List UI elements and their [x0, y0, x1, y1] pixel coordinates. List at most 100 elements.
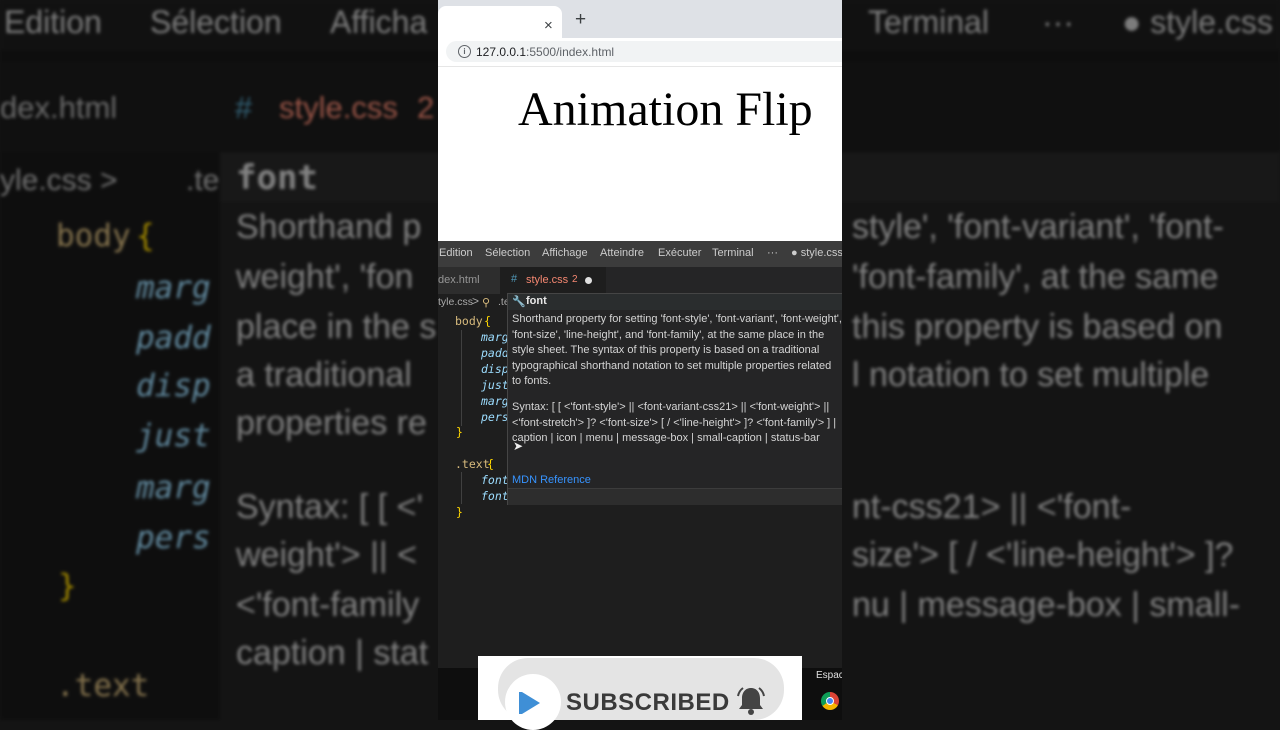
bg-code-prop: just: [136, 418, 211, 454]
mouse-pointer-icon: ➤: [513, 439, 524, 453]
bg-menu-item: Terminal: [868, 4, 989, 40]
menu-terminal[interactable]: Terminal: [712, 247, 754, 259]
bg-menu-item: ···: [1042, 4, 1074, 40]
bg-breadcrumb-symbol: .te: [186, 164, 220, 197]
menu-selection[interactable]: Sélection: [485, 247, 530, 259]
problem-count-badge: 2: [572, 274, 578, 285]
page-heading: Animation Flip: [518, 83, 813, 136]
site-info-icon[interactable]: i: [458, 45, 471, 58]
bg-breadcrumb: yle.css >: [0, 164, 118, 197]
hover-tooltip: 🔧 font Shorthand property for setting 'f…: [507, 293, 842, 505]
breadcrumb-file[interactable]: tyle.css: [438, 296, 473, 308]
code-property[interactable]: font: [481, 489, 509, 503]
bg-hover-line: Shorthand p: [236, 208, 422, 246]
play-icon: [522, 692, 540, 714]
bg-code-prop: disp: [136, 368, 211, 404]
hover-description: Shorthand property for setting 'font-sty…: [512, 313, 842, 387]
hover-property-name: font: [526, 295, 547, 307]
menu-atteindre[interactable]: Atteindre: [600, 247, 644, 259]
bg-hover-line: nt-css21> || <'font-: [852, 488, 1132, 526]
bg-hover-line: nu | message-box | small-: [852, 586, 1241, 624]
close-tab-icon[interactable]: ×: [544, 17, 553, 34]
bg-hover-line: size'> [ / <'line-height'> ]?: [852, 536, 1234, 574]
bg-hover-line: weight'> || <: [236, 536, 418, 574]
status-espace: Espace: [816, 670, 842, 681]
bg-hover-line: place in the s: [236, 308, 437, 346]
code-open-brace: {: [484, 314, 491, 328]
bg-tab-index: dex.html: [0, 90, 118, 125]
bg-hover-line: l notation to set multiple: [852, 356, 1210, 394]
bg-hover-line: <'font-family: [236, 586, 420, 624]
code-open-brace: {: [487, 457, 494, 471]
code-text-selector[interactable]: .text: [455, 457, 490, 471]
bg-code-brace: }: [58, 568, 77, 604]
browser-tab[interactable]: ×: [438, 6, 562, 38]
code-body-selector[interactable]: body: [455, 314, 483, 328]
address-bar-row: i 127.0.0.1:5500/index.html: [438, 38, 842, 67]
bg-tab-style: style.css: [279, 90, 398, 125]
bg-menu-item: Sélection: [150, 4, 282, 40]
editor-menu-bar: Edition Sélection Affichage Atteindre Ex…: [438, 241, 842, 267]
code-property[interactable]: disp: [481, 362, 509, 376]
bg-code-prop: marg: [136, 470, 211, 506]
menu-edition[interactable]: Edition: [439, 247, 473, 259]
bg-code-text: .text: [56, 668, 150, 704]
bg-menu-item: Edition: [4, 4, 102, 40]
bg-code-body: body: [56, 218, 131, 254]
bg-hover-line: caption | stat: [236, 634, 429, 672]
bg-hover-word: font: [236, 158, 318, 198]
selector-symbol-icon: ⚲: [482, 297, 491, 309]
browser-window: × + i 127.0.0.1:5500/index.html Animatio…: [438, 0, 842, 241]
menu-executer[interactable]: Exécuter: [658, 247, 701, 259]
unsaved-dot-icon[interactable]: [585, 277, 592, 284]
screen-recording: × + i 127.0.0.1:5500/index.html Animatio…: [438, 0, 842, 720]
bg-hover-line: 'font-family', at the same: [852, 258, 1219, 296]
browser-tab-strip: × +: [438, 0, 842, 38]
menu-more[interactable]: ···: [767, 247, 778, 259]
mdn-reference-link[interactable]: MDN Reference: [512, 474, 591, 486]
bg-hover-line: Syntax: [ [ <': [236, 488, 423, 526]
chrome-icon[interactable]: [821, 692, 839, 710]
bg-hover-line: properties re: [236, 404, 427, 442]
bg-hover-line: weight', 'fon: [236, 258, 414, 296]
address-bar[interactable]: i 127.0.0.1:5500/index.html: [446, 41, 842, 62]
code-property[interactable]: padd: [481, 346, 509, 360]
bg-hover-line: style', 'font-variant', 'font-: [852, 208, 1224, 246]
bg-code-prop: pers: [136, 520, 211, 556]
bg-tab-hash: #: [235, 90, 253, 125]
bell-icon[interactable]: [734, 684, 768, 718]
menu-affichage[interactable]: Affichage: [542, 247, 588, 259]
wrench-icon: 🔧: [512, 296, 526, 308]
hover-footer: [508, 488, 842, 505]
code-property[interactable]: marg: [481, 330, 509, 344]
code-property[interactable]: font: [481, 473, 509, 487]
code-close-brace: }: [456, 425, 463, 439]
code-property[interactable]: pers: [481, 410, 509, 424]
bg-code-prop: marg: [136, 270, 211, 306]
code-property[interactable]: just: [481, 378, 509, 392]
bg-tab-count: 2: [417, 90, 435, 125]
css-file-icon: #: [511, 273, 518, 285]
hover-header: 🔧 font: [508, 294, 842, 310]
breadcrumb-separator: >: [472, 294, 480, 308]
indent-guide: [461, 330, 462, 426]
tab-index-html[interactable]: dex.html: [438, 267, 500, 294]
editor-tab-bar: dex.html # style.css 2: [438, 267, 842, 294]
subscribed-label: SUBSCRIBED: [566, 689, 730, 716]
bg-hover-line: a traditional: [236, 356, 412, 394]
indent-guide: [461, 472, 462, 504]
hover-syntax: Syntax: [ [ <'font-style'> || <font-vari…: [512, 401, 837, 444]
bg-code-prop: padd: [136, 320, 211, 356]
new-tab-icon[interactable]: +: [575, 9, 586, 31]
bg-code-brace: {: [136, 218, 155, 254]
bg-menu-item: Afficha: [330, 4, 428, 40]
bg-menu-item: ● style.css -: [1122, 4, 1280, 40]
window-title: ● style.css -: [791, 247, 842, 259]
url-text: 127.0.0.1:5500/index.html: [476, 45, 615, 59]
bg-hover-line: this property is based on: [852, 308, 1223, 346]
tab-label: dex.html: [438, 274, 480, 286]
code-property[interactable]: marg: [481, 394, 509, 408]
tab-label: style.css: [526, 274, 569, 286]
tab-style-css[interactable]: # style.css 2: [500, 267, 606, 294]
code-close-brace: }: [456, 505, 463, 519]
